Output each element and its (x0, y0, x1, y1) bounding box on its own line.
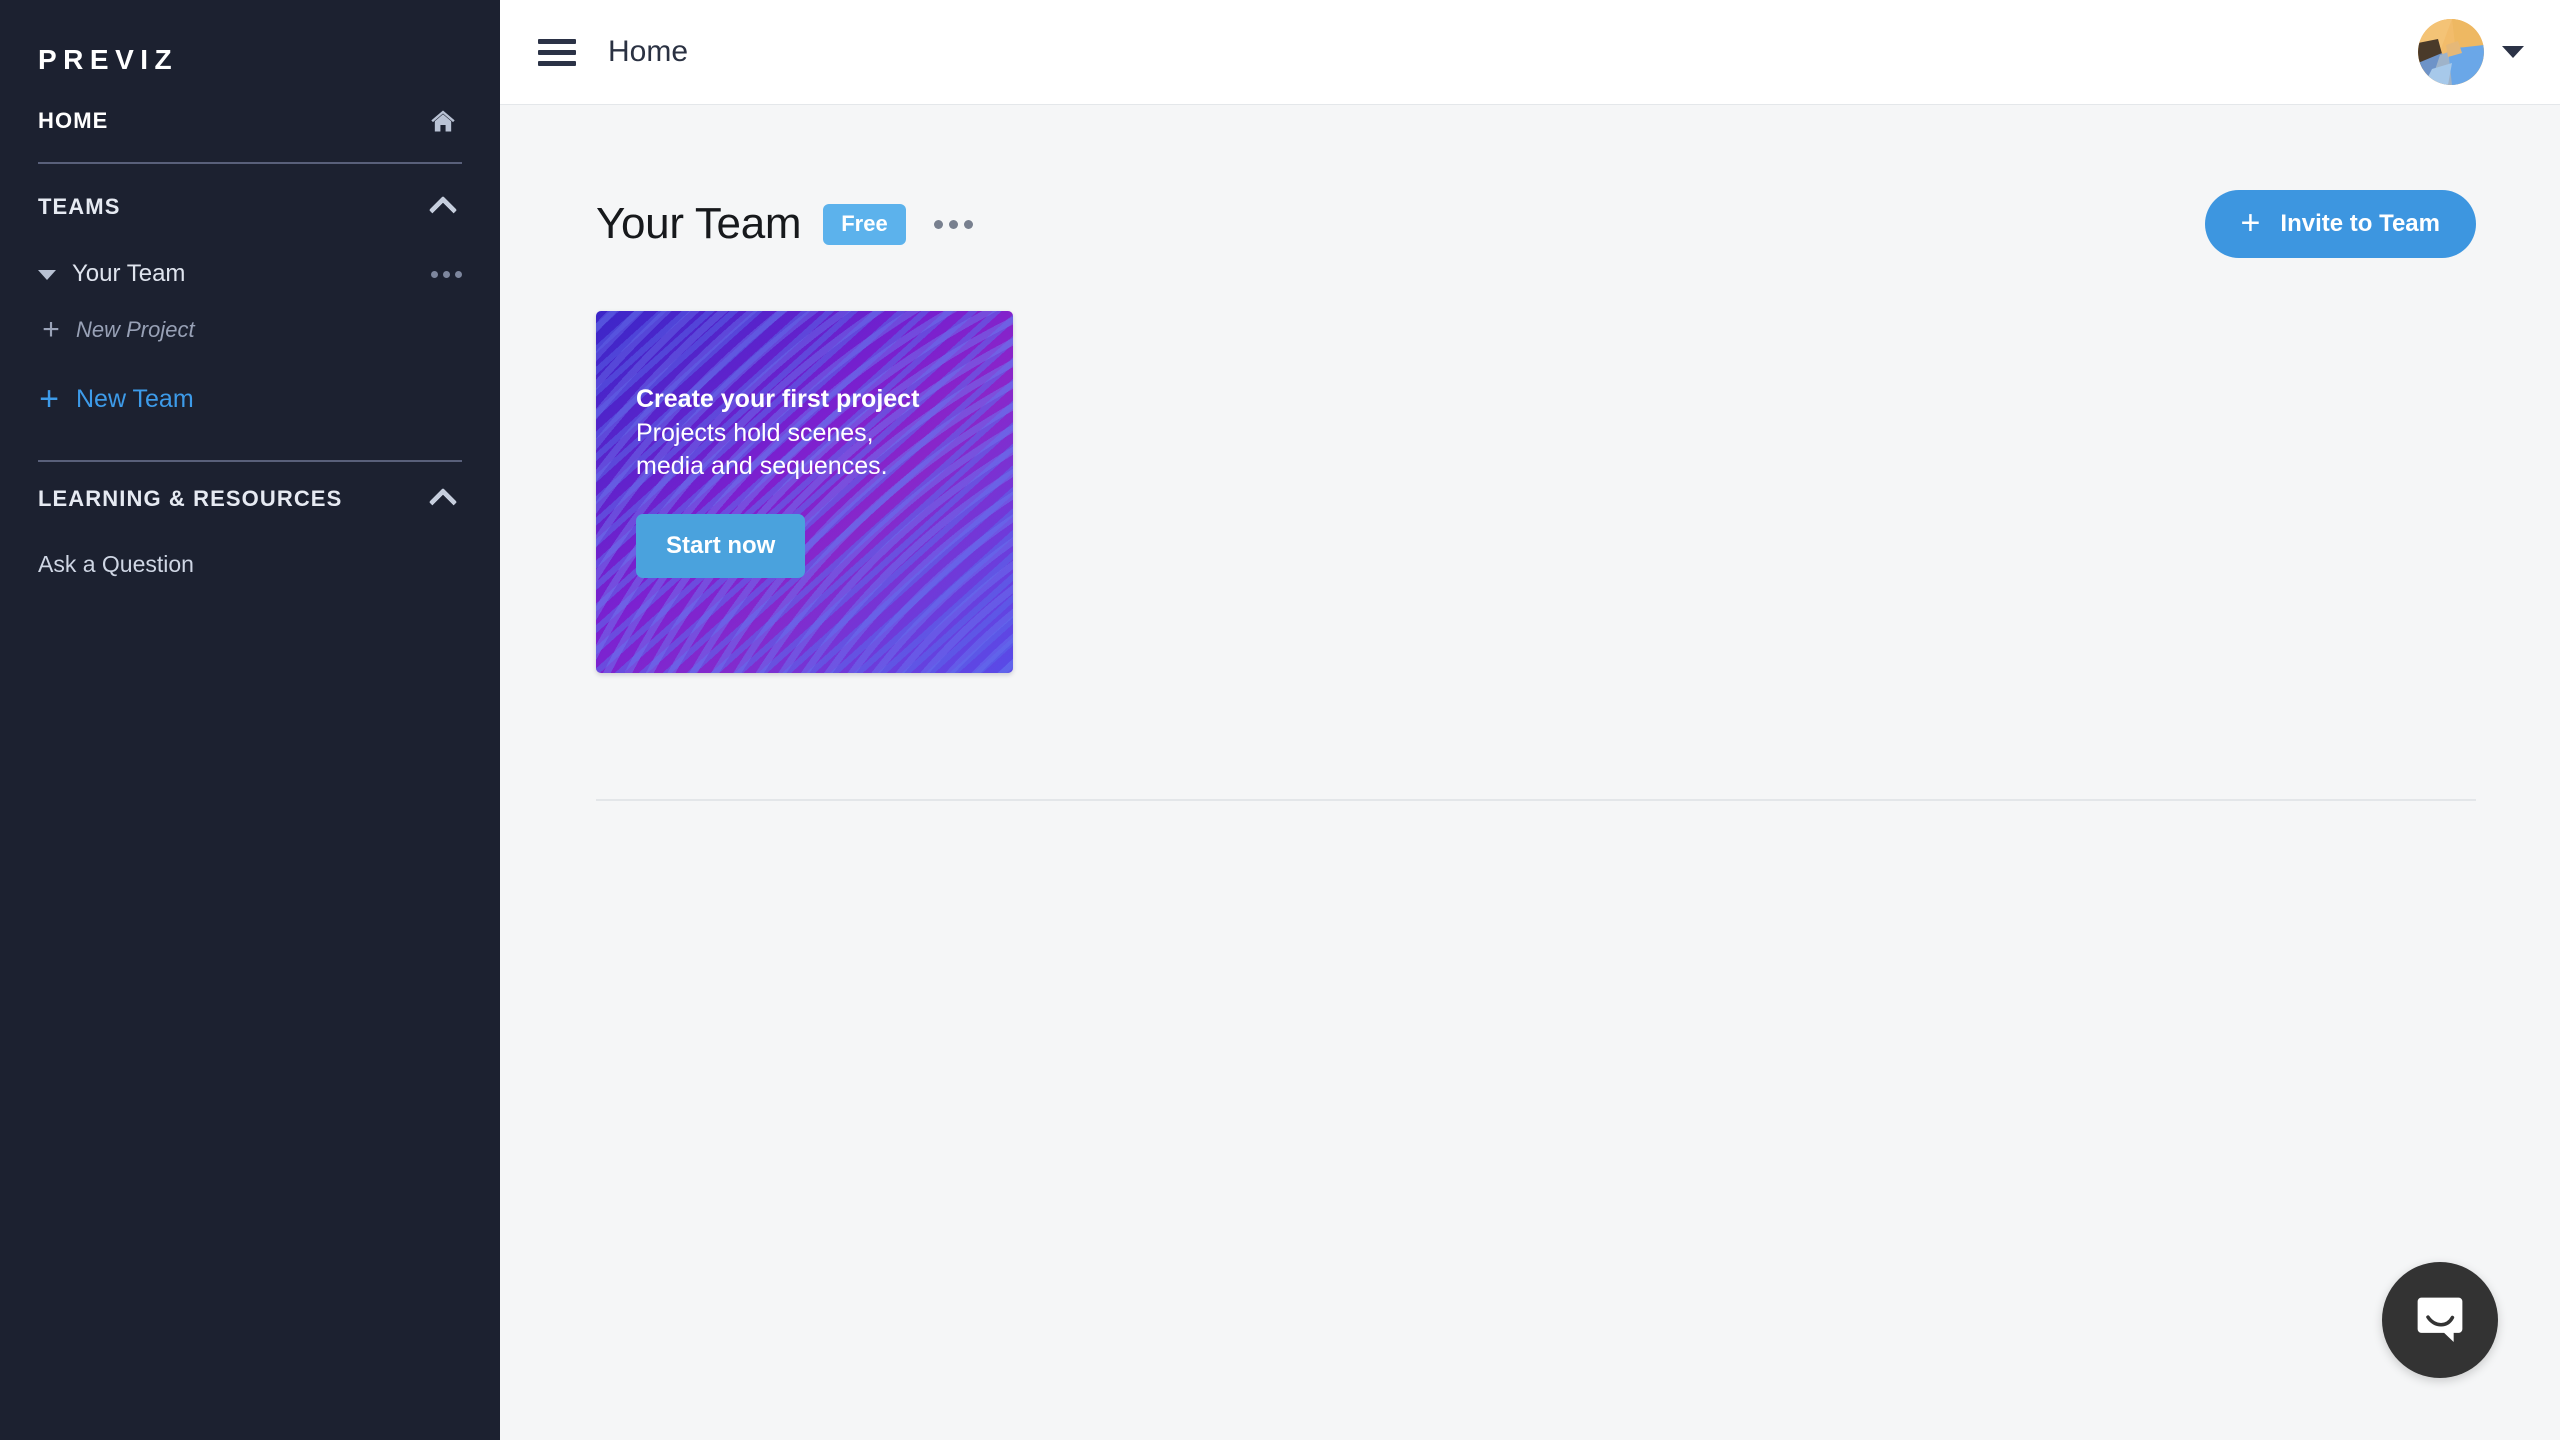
sidebar-divider-1 (38, 162, 462, 164)
card-body-line-1: Projects hold scenes, (636, 419, 874, 447)
sidebar-new-project-label: New Project (76, 317, 195, 342)
sidebar: PREVIZ HOME TEAMS Your Team + New Projec… (0, 0, 500, 1440)
sidebar-section-learning[interactable]: LEARNING & RESOURCES (38, 462, 462, 536)
chevron-up-icon[interactable] (424, 480, 462, 518)
plus-icon: + (39, 380, 59, 418)
sidebar-new-project[interactable]: + New Project (38, 304, 462, 356)
start-now-button[interactable]: Start now (636, 514, 806, 578)
content-inner: Your Team Free + Invite to Team Create y… (500, 190, 2560, 673)
sidebar-item-home[interactable]: HOME (38, 84, 462, 158)
account-menu[interactable] (2418, 19, 2524, 85)
status-badge: Free (823, 203, 906, 245)
page-header: Your Team Free + Invite to Team (596, 190, 2476, 258)
home-icon (424, 102, 462, 140)
sidebar-new-team[interactable]: + New Team (38, 364, 462, 434)
avatar (2418, 19, 2484, 85)
chevron-down-icon[interactable] (2502, 46, 2524, 58)
sidebar-section-teams[interactable]: TEAMS (38, 170, 462, 244)
page-title: Your Team (596, 199, 802, 248)
content-divider (596, 799, 2476, 801)
project-cards-row: Create your first project Projects hold … (596, 311, 2476, 673)
chat-bubble-icon (2417, 1297, 2463, 1342)
caret-down-icon (38, 270, 56, 280)
invite-to-team-button[interactable]: + Invite to Team (2204, 190, 2476, 258)
card-title: Create your first project (636, 385, 920, 413)
chevron-up-icon[interactable] (424, 188, 462, 226)
create-first-project-card[interactable]: Create your first project Projects hold … (596, 311, 1013, 673)
card-content: Create your first project Projects hold … (596, 311, 1013, 578)
intercom-launcher-button[interactable] (2382, 1262, 2498, 1378)
team-options-ellipsis-icon[interactable] (933, 219, 973, 229)
content: Your Team Free + Invite to Team Create y… (500, 105, 2560, 1440)
team-ellipsis-icon[interactable] (431, 270, 462, 278)
sidebar-new-team-label: New Team (76, 384, 194, 413)
plus-icon: + (2240, 203, 2261, 242)
plus-icon: + (42, 313, 60, 346)
sidebar-item-ask-a-question[interactable]: Ask a Question (38, 536, 462, 592)
topbar: Home (500, 0, 2560, 105)
sidebar-teams-label: TEAMS (38, 194, 121, 219)
hamburger-icon[interactable] (538, 38, 576, 66)
main-region: Home Your Team Free + Invite to Team Cre… (500, 0, 2560, 1440)
sidebar-learning-label: LEARNING & RESOURCES (38, 486, 343, 511)
breadcrumb: Home (608, 35, 689, 68)
card-body-line-2: media and sequences. (636, 451, 888, 480)
app-root: PREVIZ HOME TEAMS Your Team + New Projec… (0, 0, 2560, 1440)
sidebar-team-your-team[interactable]: Your Team (38, 244, 462, 304)
sidebar-team-label: Your Team (72, 260, 186, 287)
brand-logo[interactable]: PREVIZ (38, 0, 462, 84)
invite-button-label: Invite to Team (2280, 210, 2440, 237)
sidebar-home-label: HOME (38, 108, 109, 133)
